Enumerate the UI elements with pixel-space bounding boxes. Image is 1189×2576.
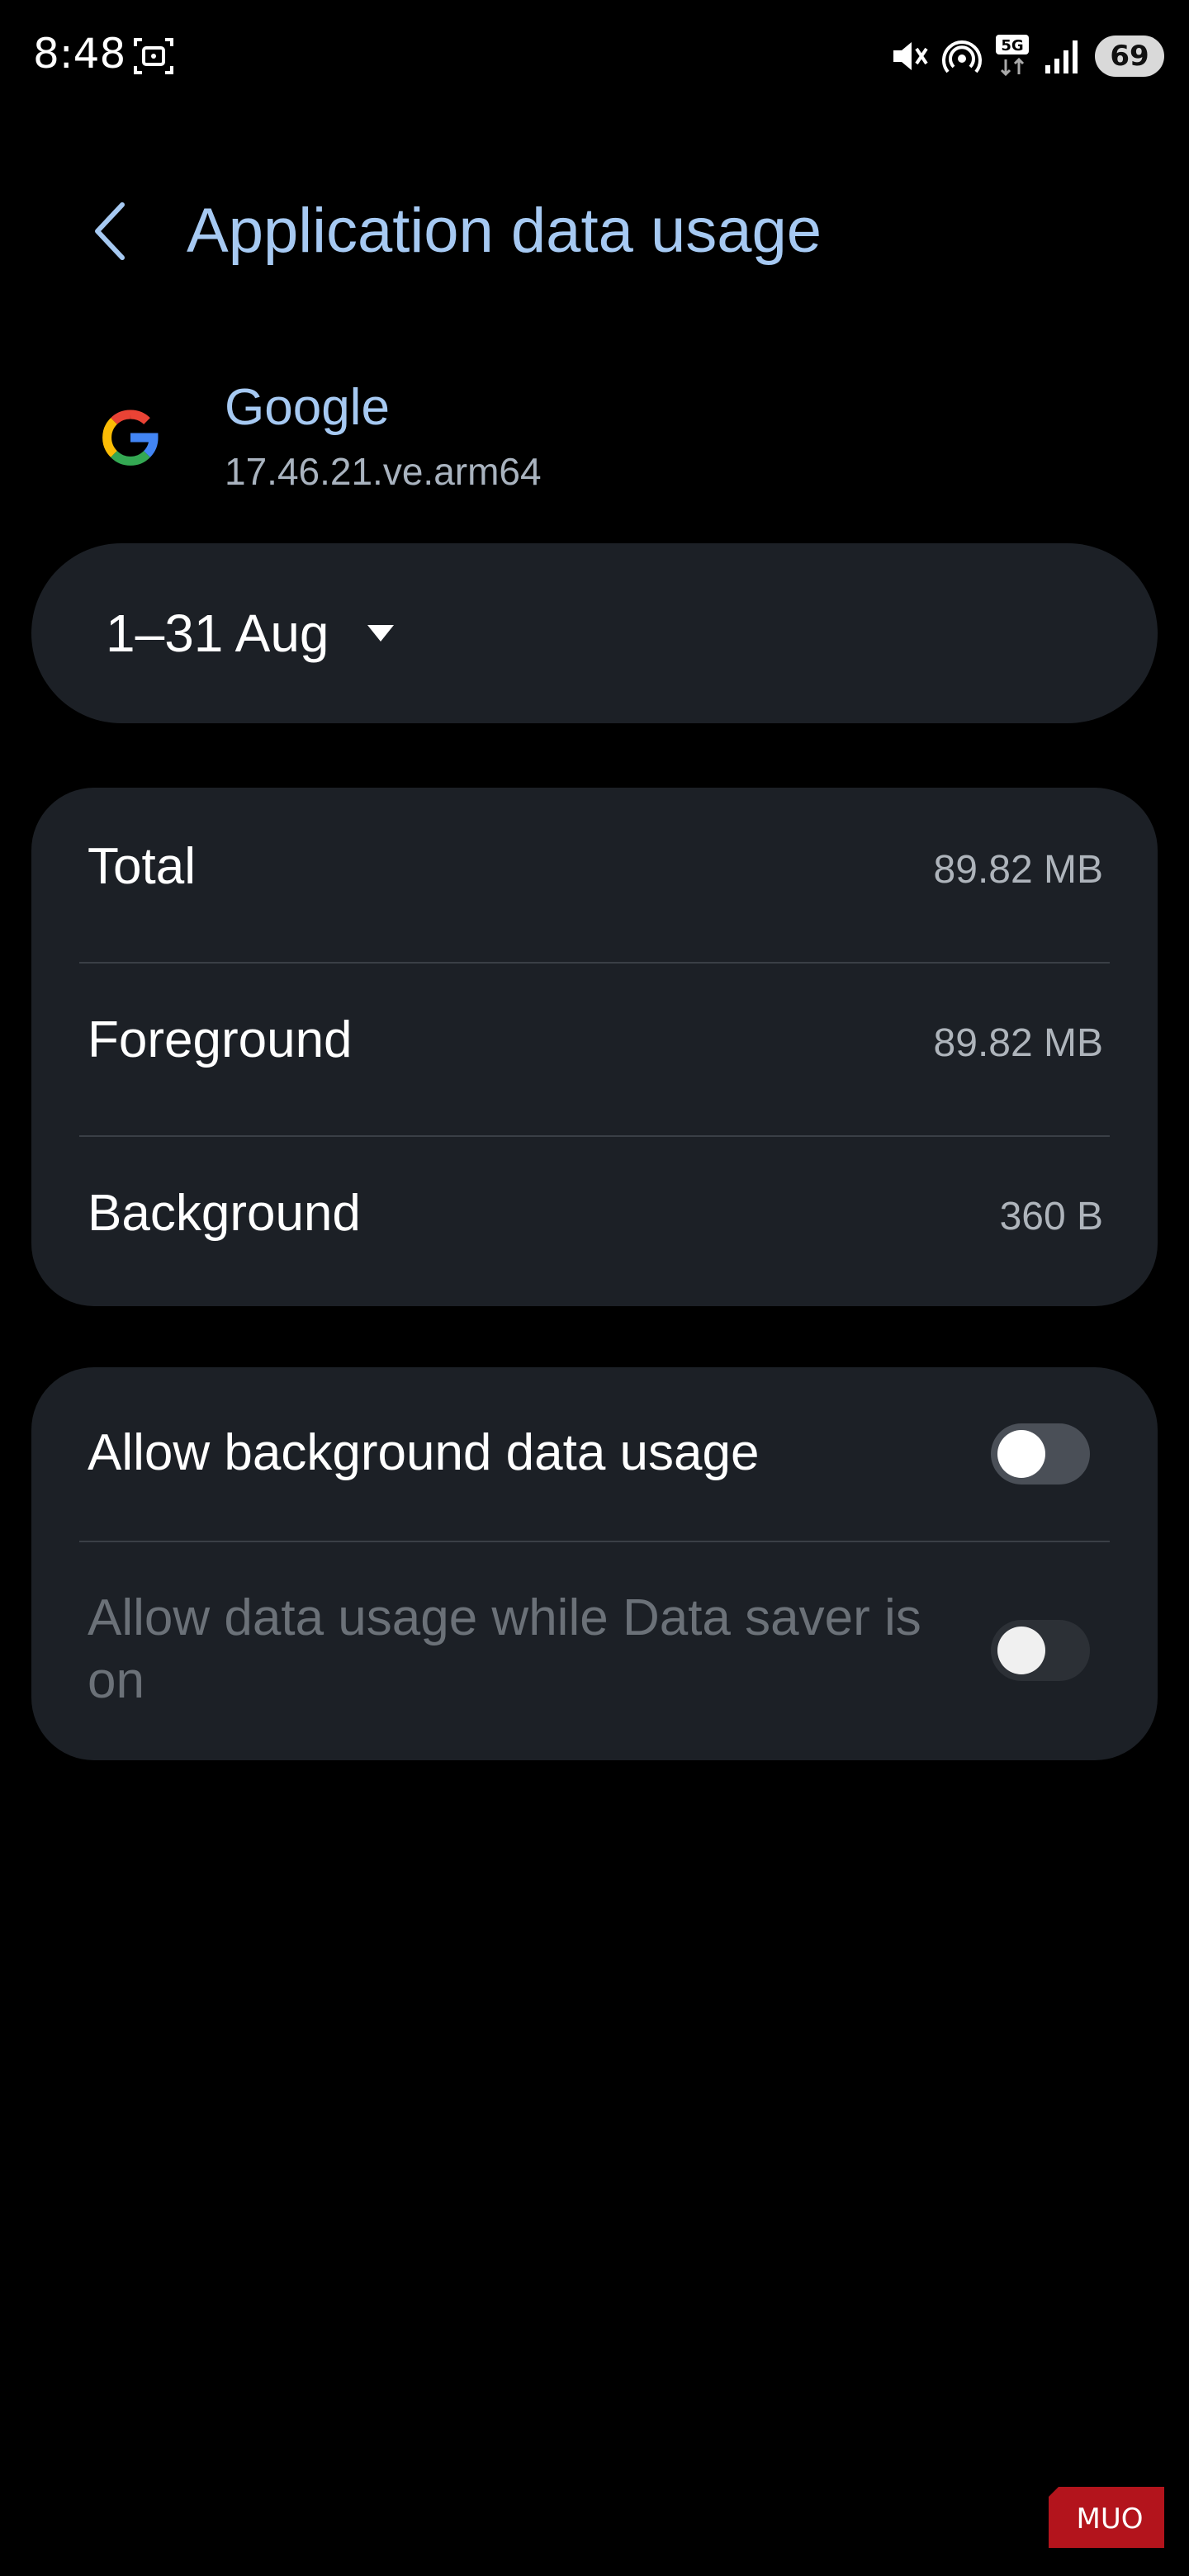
- date-range-label: 1–31 Aug: [106, 604, 329, 663]
- signal-icon: [1045, 40, 1078, 73]
- usage-label: Foreground: [88, 1011, 353, 1068]
- data-saver-label: Allow data usage while Data saver is on: [88, 1589, 921, 1709]
- battery-icon: 69: [1095, 36, 1164, 77]
- usage-label: Background: [88, 1185, 361, 1242]
- toggle-knob: [997, 1430, 1045, 1478]
- app-name: Google: [225, 379, 390, 436]
- hotspot-icon: [942, 40, 982, 73]
- dropdown-triangle-icon: [367, 625, 394, 642]
- status-bar: 8:48 5G 69: [0, 0, 1189, 107]
- app-info: Google 17.46.21.ve.arm64: [0, 363, 1189, 512]
- date-range-card: 1–31 Aug: [31, 543, 1158, 723]
- usage-value: 89.82 MB: [933, 1021, 1103, 1065]
- chevron-left-icon: [95, 202, 125, 260]
- usage-value: 89.82 MB: [933, 848, 1103, 892]
- svg-text:MUO: MUO: [1077, 2503, 1144, 2536]
- status-icons: 5G 69: [888, 31, 1164, 81]
- data-saver-toggle[interactable]: [991, 1620, 1090, 1681]
- usage-row-total: Total 89.82 MB: [31, 788, 1158, 961]
- date-range-dropdown[interactable]: 1–31 Aug: [106, 596, 396, 670]
- page-title: Application data usage: [187, 196, 822, 266]
- screenshot-icon: [134, 38, 173, 74]
- toggle-knob: [997, 1627, 1045, 1674]
- svg-text:5G: 5G: [1001, 37, 1023, 54]
- usage-row-background: Background 360 B: [31, 1134, 1158, 1308]
- data-saver-row[interactable]: Allow data usage while Data saver is on: [31, 1542, 1158, 1760]
- usage-label: Total: [88, 838, 196, 895]
- app-bar: Application data usage: [0, 165, 1189, 297]
- google-g-icon: [102, 410, 159, 466]
- muo-watermark-logo: MUO: [1049, 2487, 1164, 2548]
- back-button[interactable]: [76, 190, 142, 272]
- 5g-icon: 5G: [996, 35, 1029, 77]
- data-settings-card: Allow background data usage Allow data u…: [31, 1367, 1158, 1760]
- mute-vibrate-icon: [893, 42, 928, 70]
- usage-row-foreground: Foreground 89.82 MB: [31, 961, 1158, 1134]
- background-data-toggle[interactable]: [991, 1423, 1090, 1485]
- app-version: 17.46.21.ve.arm64: [225, 450, 542, 493]
- status-time: 8:48: [33, 30, 126, 78]
- usage-value: 360 B: [999, 1195, 1103, 1238]
- background-data-row[interactable]: Allow background data usage: [31, 1367, 1158, 1541]
- background-data-label: Allow background data usage: [88, 1424, 760, 1481]
- usage-card: Total 89.82 MB Foreground 89.82 MB Backg…: [31, 788, 1158, 1306]
